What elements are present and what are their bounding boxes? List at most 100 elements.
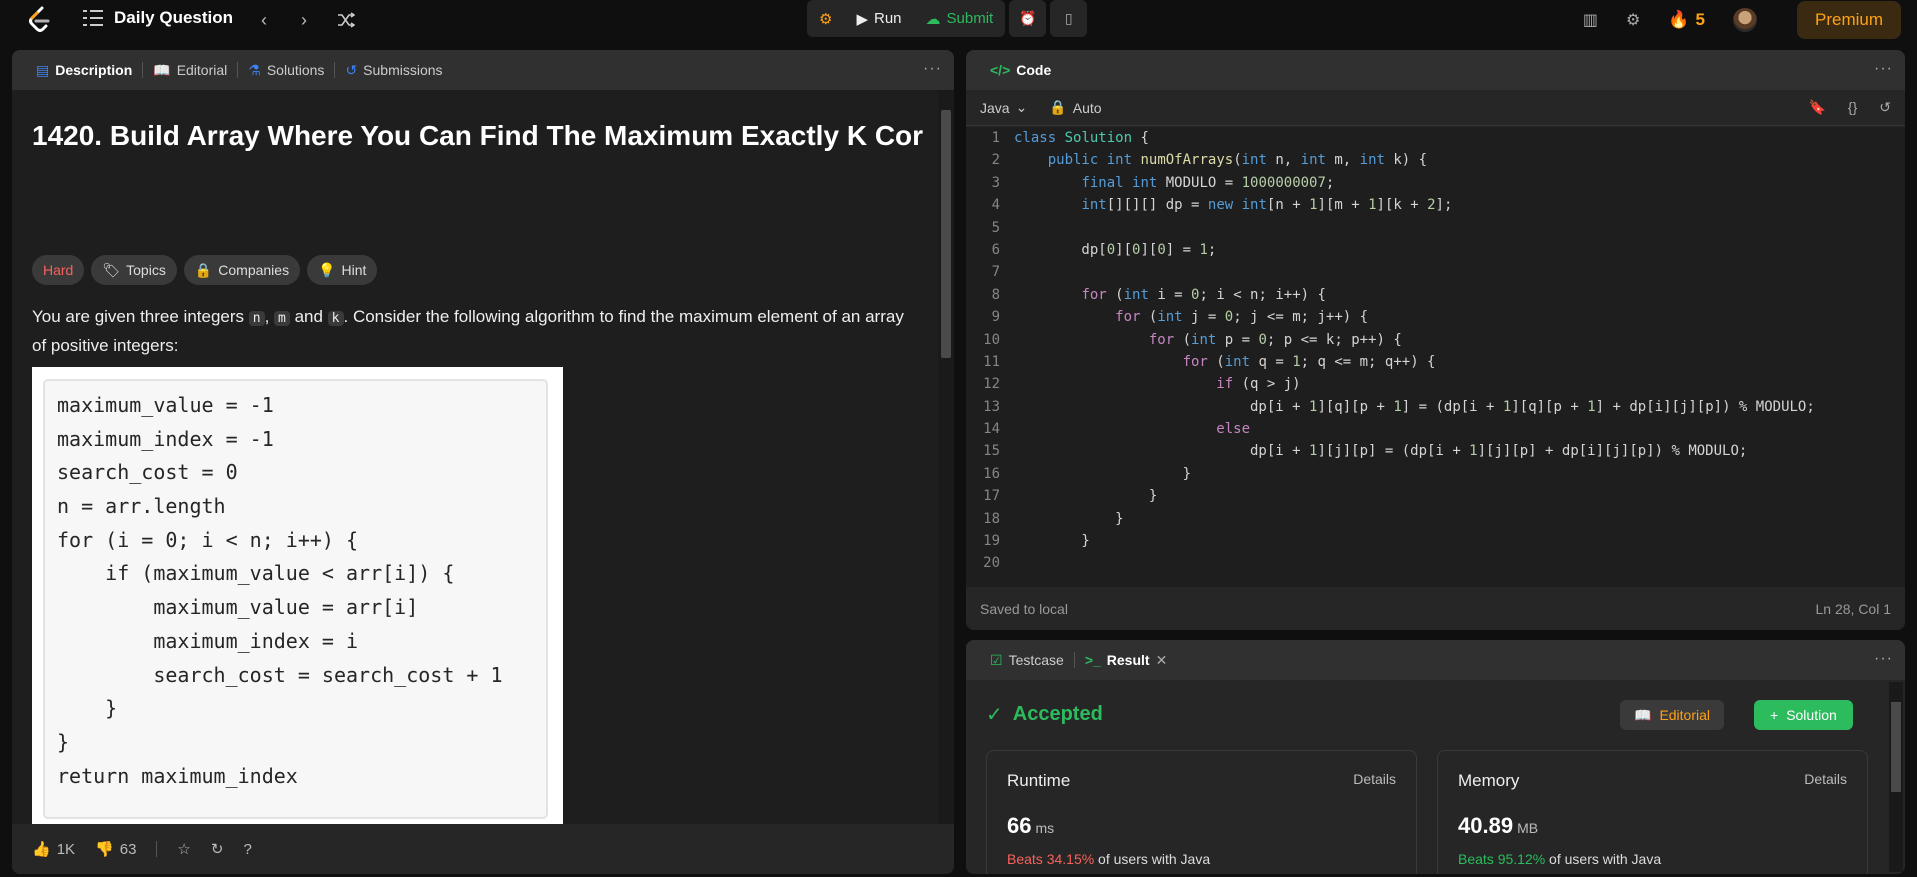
algorithm-line: for (i = 0; i < n; i++) { [57,527,359,552]
layout-icon[interactable]: ▥ [1583,10,1598,30]
code-line[interactable]: 7 [966,261,1905,283]
streak-counter[interactable]: 🔥 5 [1668,10,1705,30]
saved-status: Saved to local [980,600,1068,617]
random-question-button[interactable] [335,9,357,31]
bookmark-icon[interactable]: 🔖 [1808,99,1825,116]
debug-button[interactable]: ⚙ [807,0,844,37]
avatar[interactable] [1732,8,1757,32]
tab-submissions[interactable]: ↺ Submissions [335,50,452,90]
run-button[interactable]: ▶ Run [844,0,913,37]
companies-chip[interactable]: 🔒 Companies [183,255,301,285]
code-text: class Solution { [1014,130,1149,146]
code-line[interactable]: 12 if (q > j) [966,373,1905,395]
scrollbar-thumb[interactable] [1891,702,1901,792]
code-line[interactable]: 6 dp[0][0][0] = 1; [966,239,1905,261]
description-panel: ▤ Description 📖 Editorial ⚗ Solutions ↺ … [12,50,954,874]
code-line[interactable]: 13 dp[i + 1][q][p + 1] = (dp[i + 1][q][p… [966,396,1905,418]
notes-button[interactable]: ▯ [1050,0,1088,37]
code-line[interactable]: 18 } [966,508,1905,530]
memory-card[interactable]: Memory Details 40.89 MB Beats 95.12% of u… [1437,750,1868,874]
tab-editorial[interactable]: 📖 Editorial [143,50,237,90]
runtime-card[interactable]: Runtime Details 66 ms Beats 34.15% of use… [986,750,1417,874]
tab-description[interactable]: ▤ Description [26,50,142,90]
premium-button[interactable]: Premium [1796,1,1901,39]
memory-beats: Beats 95.12% of users with Java [1458,851,1661,867]
scrollbar-thumb[interactable] [941,110,951,358]
runtime-value: 66 ms [1007,813,1054,839]
code-line[interactable]: 15 dp[i + 1][j][p] = (dp[i + 1][j][p] + … [966,440,1905,462]
code-line[interactable]: 17 } [966,485,1905,507]
cursor-position: Ln 28, Col 1 [1815,600,1892,617]
description-tabs: ▤ Description 📖 Editorial ⚗ Solutions ↺ … [12,50,954,90]
thumbs-up-icon: 👍 [32,841,51,858]
line-number: 10 [983,331,1000,348]
topics-chip[interactable]: 🏷 Topics [91,255,177,285]
daily-question-link[interactable]: Daily Question [82,8,233,28]
share-icon[interactable]: ↻ [211,840,224,858]
code-line[interactable]: 1 class Solution { [966,127,1905,149]
more-options-icon[interactable]: ··· [923,60,942,78]
memory-unit: MB [1517,820,1539,836]
close-icon[interactable]: ✕ [1156,652,1168,669]
editorial-button[interactable]: 📖 Editorial [1620,700,1725,730]
help-icon[interactable]: ? [243,841,251,858]
runtime-number: 66 [1007,813,1032,838]
tab-description-label: Description [55,62,133,78]
code-editor[interactable]: 1 class Solution {2 public int numOfArray… [966,127,1905,587]
like-count: 1K [56,840,76,858]
description-vertical-scrollbar[interactable] [938,90,954,853]
code-status-bar: Saved to local Ln 28, Col 1 [966,587,1905,630]
hint-chip[interactable]: 💡 Hint [307,255,378,285]
timer-button[interactable]: ⏰ [1009,0,1047,37]
code-line[interactable]: 8 for (int i = 0; i < n; i++) { [966,284,1905,306]
code-line[interactable]: 5 [966,217,1905,239]
settings-gear-icon[interactable]: ⚙ [1626,10,1640,30]
algorithm-line: maximum_index = -1 [57,426,274,451]
like-button[interactable]: 👍 1K [32,840,76,859]
code-line[interactable]: 20 [966,552,1905,574]
code-text: } [1014,488,1158,505]
post-solution-button[interactable]: + Solution [1754,700,1853,730]
code-line[interactable]: 10 for (int p = 0; p <= k; p++) { [966,329,1905,351]
alarm-icon: ⏰ [1019,10,1037,26]
tab-solutions[interactable]: ⚗ Solutions [238,50,334,90]
code-line[interactable]: 11 for (int q = 1; q <= m; q++) { [966,351,1905,373]
dislike-button[interactable]: 👎 63 [95,840,136,859]
runtime-details-link[interactable]: Details [1353,771,1396,787]
line-number: 5 [991,219,1000,236]
next-question-button[interactable]: › [293,9,315,31]
code-line[interactable]: 9 for (int j = 0; j <= m; j++) { [966,306,1905,328]
line-number: 7 [991,264,1000,281]
code-line[interactable]: 14 else [966,418,1905,440]
runtime-beats-suffix: of users with Java [1094,851,1211,867]
code-text: } [1014,510,1124,527]
cloud-upload-icon: ☁ [925,10,941,28]
memory-details-link[interactable]: Details [1804,771,1847,787]
tab-code[interactable]: </> Code [980,50,1061,90]
tab-result[interactable]: >_ Result ✕ [1075,640,1178,680]
desc-text: and [289,307,328,326]
line-number: 20 [983,555,1000,572]
more-options-icon[interactable]: ··· [1874,650,1893,668]
tab-testcase[interactable]: ☑ Testcase [980,640,1074,680]
code-line[interactable]: 16 } [966,463,1905,485]
editorial-label: Editorial [1659,707,1711,723]
code-line[interactable]: 19 } [966,530,1905,552]
code-line[interactable]: 4 int[][][] dp = new int[n + 1][m + 1][k… [966,194,1905,216]
code-toolbar: Java ⌄ 🔒 Auto 🔖 {} ↺ [966,90,1905,126]
auto-mode-toggle[interactable]: 🔒 Auto [1049,99,1101,116]
result-scrollbar[interactable] [1889,682,1903,872]
more-options-icon[interactable]: ··· [1874,60,1893,78]
code-line[interactable]: 2 public int numOfArrays(int n, int m, i… [966,149,1905,171]
format-braces-icon[interactable]: {} [1848,99,1857,116]
memory-number: 40.89 [1458,813,1514,838]
code-line[interactable]: 3 final int MODULO = 1000000007; [966,172,1905,194]
submit-button[interactable]: ☁ Submit [914,0,1006,37]
prev-question-button[interactable]: ‹ [253,9,275,31]
leetcode-logo[interactable] [26,6,52,34]
language-select[interactable]: Java ⌄ [980,99,1027,116]
star-icon[interactable]: ☆ [177,840,190,858]
daily-question-label: Daily Question [114,8,234,27]
reset-icon[interactable]: ↺ [1879,99,1891,116]
tab-solutions-label: Solutions [266,62,325,78]
